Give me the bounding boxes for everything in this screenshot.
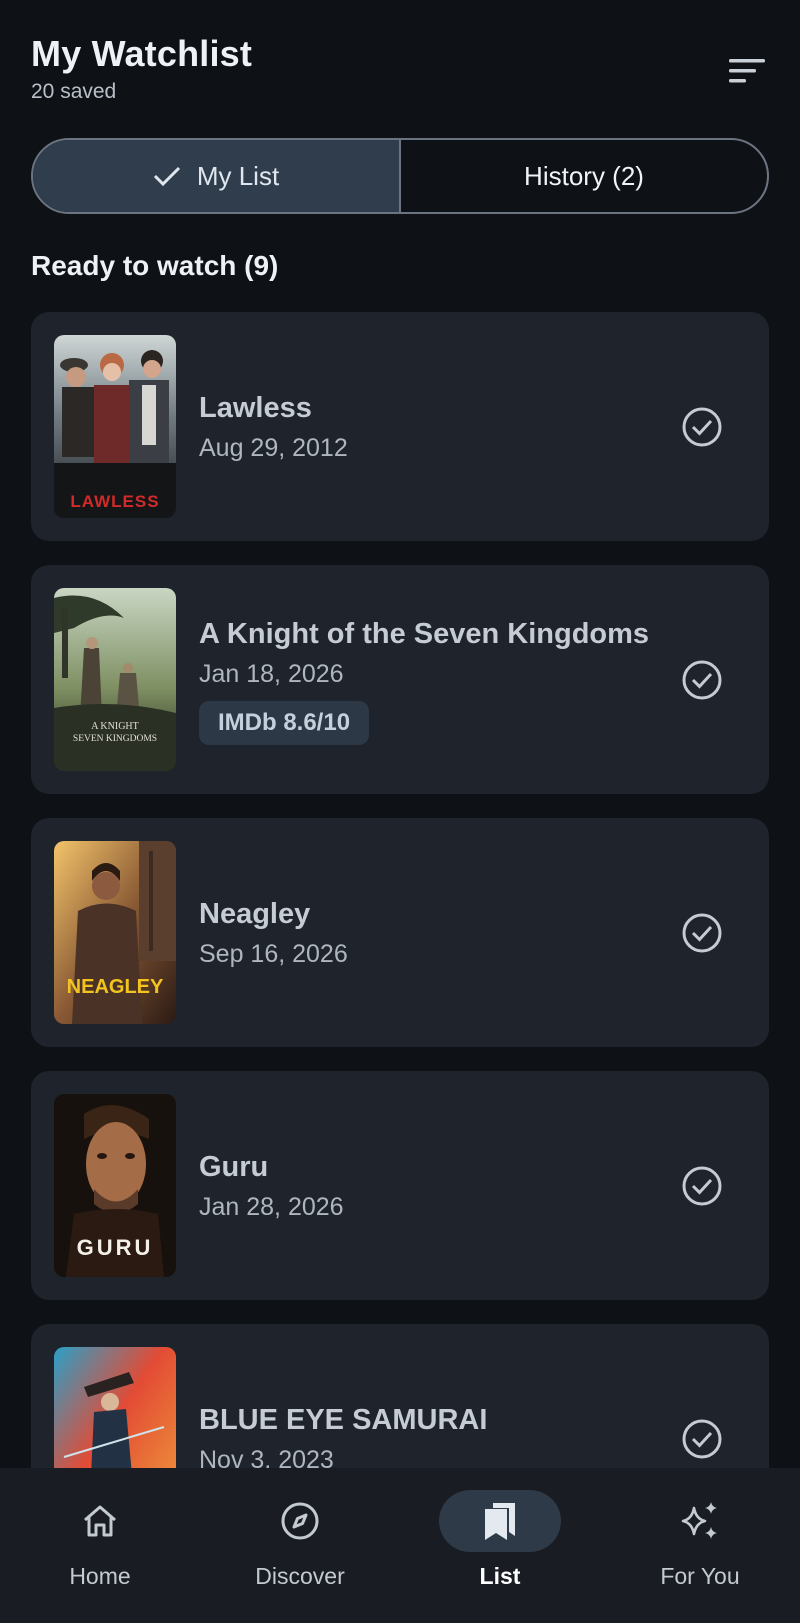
item-title: Guru xyxy=(199,1150,269,1183)
nav-icon-container xyxy=(439,1490,561,1552)
nav-label: For You xyxy=(660,1563,740,1589)
page-title: My Watchlist xyxy=(31,33,253,74)
check-icon xyxy=(153,165,181,187)
section-heading: Ready to watch (9) xyxy=(31,250,279,281)
check-circle-icon xyxy=(682,407,722,446)
poster-image: NEAGLEY xyxy=(54,841,176,1024)
item-info: Lawless Aug 29, 2012 xyxy=(199,312,649,541)
imdb-rating-badge: IMDb 8.6/10 xyxy=(199,700,370,745)
check-circle-icon xyxy=(682,660,722,699)
item-date: Sep 16, 2026 xyxy=(199,939,348,968)
header: My Watchlist 20 saved xyxy=(31,30,769,110)
item-date: Jan 18, 2026 xyxy=(199,659,344,688)
item-title: A Knight of the Seven Kingdoms xyxy=(199,617,650,650)
list-item[interactable]: GURU Guru Jan 28, 2026 xyxy=(31,1071,769,1300)
tab-label: History (2) xyxy=(524,160,644,191)
check-circle-icon xyxy=(682,913,722,952)
item-title: Neagley xyxy=(199,897,311,930)
mark-watched-button[interactable] xyxy=(681,1418,723,1460)
tab-history[interactable]: History (2) xyxy=(401,140,767,212)
nav-icon-container xyxy=(639,1490,761,1552)
compass-icon xyxy=(281,1502,319,1540)
item-info: BLUE EYE SAMURAI Nov 3, 2023 xyxy=(199,1324,649,1469)
home-icon xyxy=(84,1505,116,1537)
tab-my-list[interactable]: My List xyxy=(33,140,401,212)
tab-label: My List xyxy=(196,160,280,191)
check-circle-icon xyxy=(682,1419,722,1458)
bookmarks-icon xyxy=(485,1503,515,1540)
item-title: Lawless xyxy=(199,391,312,424)
item-date: Aug 29, 2012 xyxy=(199,433,348,462)
saved-count: 20 saved xyxy=(31,80,117,103)
nav-label: Home xyxy=(69,1563,131,1589)
poster-title: SEVEN KINGDOMS xyxy=(73,734,157,744)
poster-title: LAWLESS xyxy=(70,492,159,511)
item-info: A Knight of the Seven Kingdoms Jan 18, 2… xyxy=(199,565,649,794)
mark-watched-button[interactable] xyxy=(681,1165,723,1207)
item-date: Jan 28, 2026 xyxy=(199,1192,344,1221)
nav-icon-container xyxy=(239,1490,361,1552)
poster-title: A KNIGHT xyxy=(91,721,139,732)
item-title: BLUE EYE SAMURAI xyxy=(199,1403,488,1436)
nav-home[interactable]: Home xyxy=(0,1468,200,1623)
check-circle-icon xyxy=(682,1166,722,1205)
list-item[interactable]: NEAGLEY Neagley Sep 16, 2026 xyxy=(31,818,769,1047)
nav-discover[interactable]: Discover xyxy=(200,1468,400,1623)
nav-label: List xyxy=(479,1563,521,1589)
list-item[interactable]: BLUE EYE SAMURAI Nov 3, 2023 xyxy=(31,1324,769,1468)
nav-for-you[interactable]: For You xyxy=(600,1468,800,1623)
poster-image: LAWLESS xyxy=(54,335,176,518)
mark-watched-button[interactable] xyxy=(681,912,723,954)
sparkles-icon xyxy=(681,1502,717,1539)
nav-list[interactable]: List xyxy=(400,1468,600,1623)
mark-watched-button[interactable] xyxy=(681,659,723,701)
sort-icon xyxy=(729,59,765,83)
poster-image xyxy=(54,1347,176,1468)
mark-watched-button[interactable] xyxy=(681,406,723,448)
poster-image: GURU xyxy=(54,1094,176,1277)
item-info: Guru Jan 28, 2026 xyxy=(199,1071,649,1300)
poster-image: A KNIGHT SEVEN KINGDOMS xyxy=(54,588,176,771)
sort-button[interactable] xyxy=(729,56,765,86)
nav-label: Discover xyxy=(255,1563,345,1589)
bottom-navigation: Home Discover List For You xyxy=(0,1468,800,1623)
watchlist: LAWLESS Lawless Aug 29, 2012 A KNIGHT SE… xyxy=(31,312,769,1468)
item-info: Neagley Sep 16, 2026 xyxy=(199,818,649,1047)
watchlist-screen: My Watchlist 20 saved My List History (2… xyxy=(0,0,800,1623)
nav-icon-container xyxy=(39,1490,161,1552)
list-item[interactable]: LAWLESS Lawless Aug 29, 2012 xyxy=(31,312,769,541)
poster-title: NEAGLEY xyxy=(67,976,164,998)
item-date: Nov 3, 2023 xyxy=(199,1445,334,1469)
list-tabs: My List History (2) xyxy=(31,138,769,214)
poster-title: GURU xyxy=(77,1235,154,1260)
list-item[interactable]: A KNIGHT SEVEN KINGDOMS A Knight of the … xyxy=(31,565,769,794)
